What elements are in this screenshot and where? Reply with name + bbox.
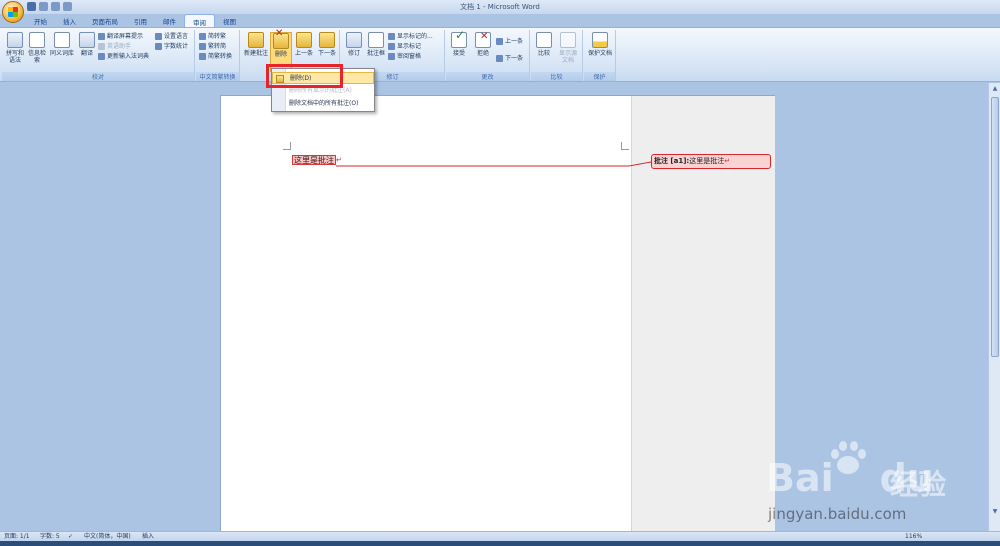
track-changes-button[interactable]: 修订 — [343, 32, 365, 57]
ribbon: 拼写和语法 信息检索 同义词库 翻译 翻译屏幕提示 英语助手 更新输入法词典 设… — [0, 27, 1000, 82]
reject-icon — [475, 32, 491, 48]
translate-tip-icon — [98, 33, 105, 40]
delete-comment-icon — [273, 30, 289, 49]
next-change-button[interactable]: 下一条 — [496, 54, 523, 63]
to-simplified-button[interactable]: 繁转简 — [199, 42, 226, 51]
next-comment-button[interactable]: 下一条 — [316, 32, 338, 57]
protect-document-button[interactable]: 保护文档 — [587, 32, 613, 57]
tab-insert[interactable]: 插入 — [55, 14, 84, 27]
english-helper-icon — [98, 43, 105, 50]
thesaurus-button[interactable]: 同义词库 — [48, 32, 76, 57]
group-protect: 保护文档 保护 — [584, 30, 616, 81]
comment-balloon-text: 这里是批注 — [689, 157, 725, 165]
to-traditional-icon — [199, 33, 206, 40]
group-label-conversion: 中文简繁转换 — [196, 72, 239, 81]
group-compare: 比较 显示源文档 比较 — [531, 30, 583, 81]
review-pane-icon — [388, 53, 395, 60]
menu-item-delete-all[interactable]: 删除文档中的所有批注(O) — [272, 98, 374, 110]
translate-icon — [79, 32, 95, 48]
group-chinese-conversion: 简转繁 繁转简 简繁转换 中文简繁转换 — [196, 30, 240, 81]
show-source-icon — [560, 32, 576, 48]
group-proofing: 拼写和语法 信息检索 同义词库 翻译 翻译屏幕提示 英语助手 更新输入法词典 设… — [2, 30, 195, 81]
group-label-compare: 比较 — [531, 72, 582, 81]
group-label-proofing: 校对 — [2, 72, 194, 81]
track-changes-icon — [346, 32, 362, 48]
research-icon — [29, 32, 45, 48]
tab-mailings[interactable]: 邮件 — [155, 14, 184, 27]
tab-references[interactable]: 引用 — [126, 14, 155, 27]
thesaurus-icon — [54, 32, 70, 48]
tab-page-layout[interactable]: 页面布局 — [84, 14, 126, 27]
display-markup-select[interactable]: 显示标记的... — [388, 32, 433, 41]
word-count-icon — [155, 43, 162, 50]
scroll-up-icon[interactable]: ▲ — [991, 85, 999, 92]
accept-button[interactable]: 接受 — [448, 32, 470, 57]
new-comment-icon — [248, 32, 264, 48]
window-controls — [952, 0, 1000, 13]
reject-button[interactable]: 拒绝 — [472, 32, 494, 57]
show-markup-icon — [388, 43, 395, 50]
to-simplified-icon — [199, 43, 206, 50]
tab-view[interactable]: 视图 — [215, 14, 244, 27]
close-button[interactable] — [984, 0, 1000, 13]
show-markup-button[interactable]: 显示标记 — [388, 42, 421, 51]
scrollbar-thumb[interactable] — [991, 97, 999, 357]
tab-home[interactable]: 开始 — [26, 14, 55, 27]
update-ime-icon — [98, 53, 105, 60]
next-change-icon — [496, 55, 503, 62]
document-area: 这里是批注 ↵ 批注 [a1]:这里是批注↵ — [0, 83, 988, 535]
window-title: 文档 1 - Microsoft Word — [460, 3, 540, 11]
compare-button[interactable]: 比较 — [533, 32, 555, 57]
word-count-button[interactable]: 字数统计 — [155, 42, 188, 51]
protect-document-icon — [592, 32, 608, 48]
compare-icon — [536, 32, 552, 48]
update-ime-button[interactable]: 更新输入法词典 — [98, 52, 149, 61]
set-language-button[interactable]: 设置语言 — [155, 32, 188, 41]
balloons-icon — [368, 32, 384, 48]
conversion-icon — [199, 53, 206, 60]
to-traditional-button[interactable]: 简转繁 — [199, 32, 226, 41]
comment-balloon-label: 批注 [a1]: — [654, 157, 690, 165]
group-changes: 接受 拒绝 上一条 下一条 更改 — [446, 30, 530, 81]
taskbar — [0, 541, 1000, 546]
ribbon-tabs: 开始 插入 页面布局 引用 邮件 审阅 视图 — [26, 14, 244, 27]
highlight-box — [266, 64, 343, 88]
office-logo-icon — [8, 7, 18, 17]
spelling-grammar-button[interactable]: 拼写和语法 — [4, 32, 26, 64]
previous-change-icon — [496, 38, 503, 45]
margin-corner-right — [621, 142, 629, 150]
tab-review[interactable]: 审阅 — [184, 14, 215, 27]
status-bar: 页面: 1/1 字数: 5 ✓ 中文(简体，中国) 插入 116% — [0, 531, 1000, 541]
comment-balloon[interactable]: 批注 [a1]:这里是批注↵ — [651, 154, 771, 169]
vertical-scrollbar[interactable]: ▲ ▼ — [988, 83, 1000, 531]
previous-comment-icon — [296, 32, 312, 48]
display-markup-icon — [388, 33, 395, 40]
office-button[interactable] — [2, 1, 24, 23]
scroll-down-icon[interactable]: ▼ — [991, 508, 999, 515]
minimize-button[interactable] — [952, 0, 968, 13]
previous-change-button[interactable]: 上一条 — [496, 37, 523, 46]
accept-icon — [451, 32, 467, 48]
paragraph-mark: ↵ — [336, 156, 342, 164]
commented-text[interactable]: 这里是批注 — [292, 155, 336, 165]
maximize-button[interactable] — [968, 0, 984, 13]
research-button[interactable]: 信息检索 — [26, 32, 48, 64]
group-label-protect: 保护 — [584, 72, 615, 81]
document-page[interactable]: 这里是批注 ↵ 批注 [a1]:这里是批注↵ — [220, 95, 775, 535]
spelling-icon — [7, 32, 23, 48]
title-bar: 文档 1 - Microsoft Word — [0, 0, 1000, 14]
english-helper-button[interactable]: 英语助手 — [98, 42, 131, 51]
show-source-button[interactable]: 显示源文档 — [557, 32, 579, 64]
previous-comment-button[interactable]: 上一条 — [293, 32, 315, 57]
balloons-button[interactable]: 批注框 — [365, 32, 387, 57]
next-comment-icon — [319, 32, 335, 48]
translate-button[interactable]: 翻译 — [76, 32, 98, 57]
review-pane-button[interactable]: 审阅窗格 — [388, 52, 421, 61]
group-label-changes: 更改 — [446, 72, 529, 81]
conversion-button[interactable]: 简繁转换 — [199, 52, 232, 61]
margin-corner-left — [283, 142, 291, 150]
set-language-icon — [155, 33, 162, 40]
translate-tip-button[interactable]: 翻译屏幕提示 — [98, 32, 143, 41]
new-comment-button[interactable]: 新建批注 — [243, 32, 269, 57]
